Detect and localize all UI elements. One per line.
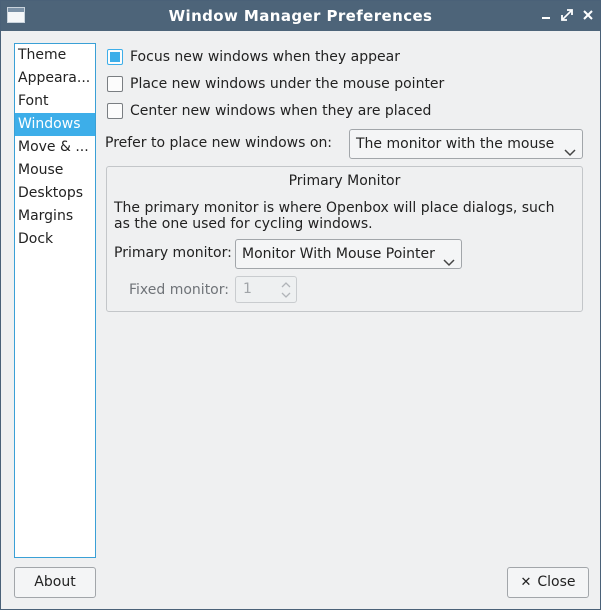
group-title: Primary Monitor xyxy=(288,173,401,189)
close-button[interactable]: ✕ Close xyxy=(507,567,589,598)
sidebar-item-font[interactable]: Font xyxy=(15,90,95,113)
chevron-down-icon xyxy=(564,139,576,167)
window-title: Window Manager Preferences xyxy=(168,7,433,25)
group-description: The primary monitor is where Openbox wil… xyxy=(114,200,555,232)
minimize-icon[interactable] xyxy=(538,7,554,23)
close-x-icon: ✕ xyxy=(520,575,532,590)
sidebar-item-mouse[interactable]: Mouse xyxy=(15,159,95,182)
focus-new-windows-option[interactable]: Focus new windows when they appear xyxy=(107,47,400,67)
prefer-monitor-dropdown[interactable]: The monitor with the mouse xyxy=(349,129,583,159)
titlebar[interactable]: Window Manager Preferences xyxy=(1,1,600,31)
prefer-monitor-label: Prefer to place new windows on: xyxy=(105,135,333,151)
sidebar-item-windows[interactable]: Windows xyxy=(15,113,95,136)
preferences-window: Window Manager Preferences Theme Appeara… xyxy=(0,0,601,610)
sidebar-item-appearance[interactable]: Appeara... xyxy=(15,67,95,90)
sidebar-item-margins[interactable]: Margins xyxy=(15,205,95,228)
about-button-label: About xyxy=(34,574,76,590)
center-new-windows-label: Center new windows when they are placed xyxy=(130,103,432,119)
center-new-windows-option[interactable]: Center new windows when they are placed xyxy=(107,101,431,121)
spin-arrows-icon xyxy=(280,280,292,309)
place-under-mouse-option[interactable]: Place new windows under the mouse pointe… xyxy=(107,74,444,94)
place-under-mouse-checkbox[interactable] xyxy=(107,76,123,92)
sidebar-item-label: Dock xyxy=(18,231,54,247)
chevron-down-icon xyxy=(443,249,455,277)
sidebar-item-dock[interactable]: Dock xyxy=(15,228,95,251)
sidebar-item-label: Windows xyxy=(18,116,81,132)
sidebar-item-theme[interactable]: Theme xyxy=(15,44,95,67)
sidebar-item-label: Theme xyxy=(18,47,67,63)
fixed-monitor-spinbox: 1 xyxy=(235,276,297,303)
focus-new-windows-checkbox[interactable] xyxy=(107,49,123,65)
prefer-monitor-value: The monitor with the mouse xyxy=(356,136,555,152)
sidebar-item-label: Font xyxy=(18,93,49,109)
sidebar-item-label: Desktops xyxy=(18,185,84,201)
primary-monitor-value: Monitor With Mouse Pointer xyxy=(242,246,435,262)
center-new-windows-checkbox[interactable] xyxy=(107,103,123,119)
category-list: Theme Appeara... Font Windows Move & ...… xyxy=(14,43,96,558)
sidebar-item-label: Margins xyxy=(18,208,74,224)
primary-monitor-group: Primary Monitor The primary monitor is w… xyxy=(106,166,583,312)
sidebar-item-move-resize[interactable]: Move & ... xyxy=(15,136,95,159)
sidebar-item-label: Mouse xyxy=(18,162,64,178)
sidebar-item-label: Move & ... xyxy=(18,139,89,155)
sidebar-item-label: Appeara... xyxy=(18,70,91,86)
primary-monitor-label: Primary monitor: xyxy=(114,245,232,261)
place-under-mouse-label: Place new windows under the mouse pointe… xyxy=(130,76,445,92)
fixed-monitor-label: Fixed monitor: xyxy=(129,282,229,298)
focus-new-windows-label: Focus new windows when they appear xyxy=(130,49,400,65)
close-icon[interactable] xyxy=(580,7,596,23)
sidebar-item-desktops[interactable]: Desktops xyxy=(15,182,95,205)
close-button-label: Close xyxy=(537,574,576,590)
restore-icon[interactable] xyxy=(559,7,575,23)
about-button[interactable]: About xyxy=(14,567,96,598)
primary-monitor-dropdown[interactable]: Monitor With Mouse Pointer xyxy=(235,239,462,269)
fixed-monitor-value: 1 xyxy=(243,281,252,297)
